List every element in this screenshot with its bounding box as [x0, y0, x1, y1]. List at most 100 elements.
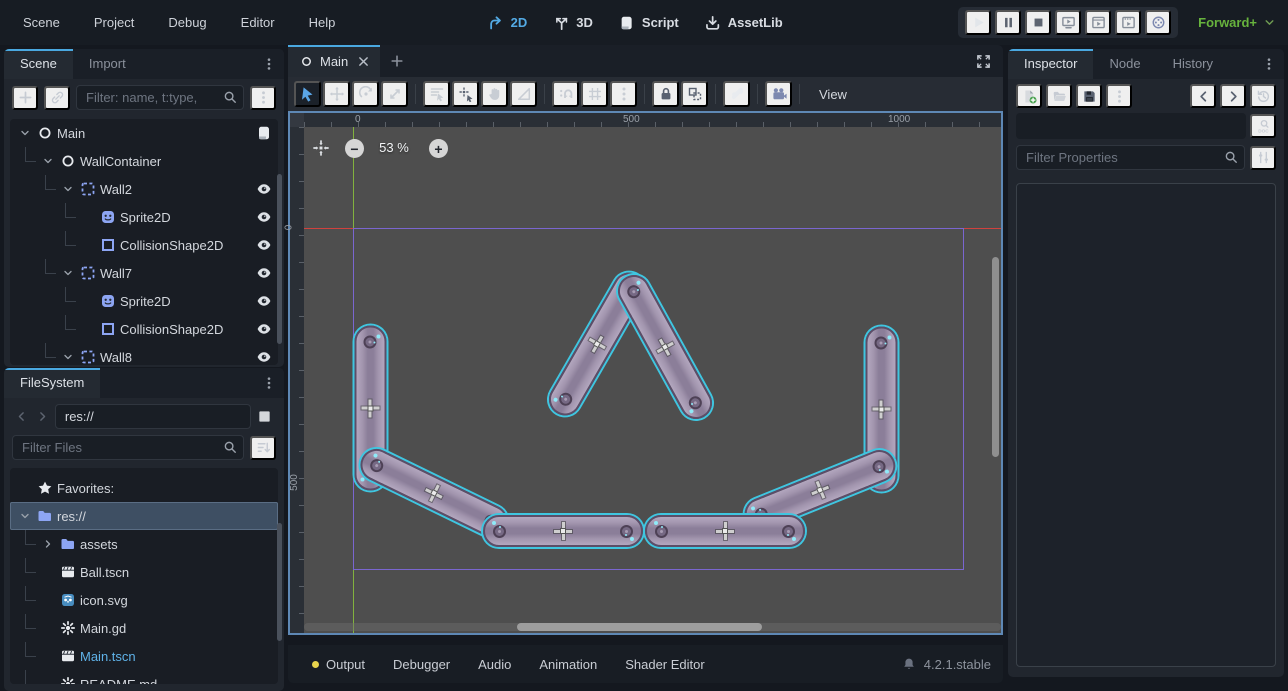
inspector-forward-button[interactable] [1220, 84, 1246, 108]
fs-row-res[interactable]: res:// [10, 502, 278, 530]
ruler-tool[interactable] [510, 81, 537, 107]
open-docs-button[interactable]: DOC [1250, 114, 1276, 138]
add-node-button[interactable] [12, 86, 38, 110]
fs-row-icon-svg[interactable]: icon.svg [10, 586, 278, 614]
fs-row-ball-tscn[interactable]: Ball.tscn [10, 558, 278, 586]
move-gizmo-icon[interactable] [716, 522, 734, 540]
canvas-vscroll-thumb[interactable] [992, 257, 999, 457]
load-resource-button[interactable] [1046, 84, 1072, 108]
play-custom-scene-button[interactable] [1115, 10, 1141, 35]
chevron-right-icon[interactable] [41, 538, 55, 550]
zoom-in-button[interactable]: + [429, 139, 448, 158]
menu-item[interactable]: Scene [10, 10, 73, 35]
remote-debug-button[interactable] [1055, 10, 1081, 35]
movie-maker-button[interactable] [1145, 10, 1171, 35]
wall-peak-right[interactable] [612, 269, 718, 424]
workspace-script-button[interactable]: Script [619, 15, 679, 31]
current-path-input[interactable] [55, 404, 251, 429]
close-tab-icon[interactable] [357, 55, 370, 68]
group-selected-button[interactable] [681, 81, 708, 107]
fs-row-readme-md[interactable]: README.md [10, 670, 278, 684]
tab-node[interactable]: Node [1093, 49, 1156, 79]
tab-filesystem[interactable]: FileSystem [4, 368, 100, 398]
eye-icon[interactable] [256, 181, 272, 197]
tree-row-wall7[interactable]: Wall7 [10, 259, 278, 287]
move-tool[interactable] [323, 81, 350, 107]
workspace-3d-button[interactable]: 3D [553, 15, 593, 31]
eye-icon[interactable] [256, 321, 272, 337]
skeleton-options-button[interactable] [723, 81, 750, 107]
chevron-down-icon[interactable] [61, 183, 75, 195]
inspector-back-button[interactable] [1190, 84, 1216, 108]
play-scene-button[interactable] [1085, 10, 1111, 35]
tab-shader-editor[interactable]: Shader Editor [613, 652, 717, 677]
workspace-assetlib-button[interactable]: AssetLib [705, 15, 783, 31]
inspector-history-button[interactable] [1250, 84, 1276, 108]
menu-item[interactable]: Project [81, 10, 147, 35]
filesystem-scrollbar[interactable] [277, 523, 282, 641]
tree-row-wall7-sprite2d[interactable]: Sprite2D [10, 287, 278, 315]
toggle-split-mode-button[interactable] [254, 405, 276, 429]
tree-row-main[interactable]: Main [10, 119, 278, 147]
smart-snap-toggle[interactable] [552, 81, 579, 107]
sort-files-button[interactable] [250, 436, 276, 460]
tab-debugger[interactable]: Debugger [381, 652, 462, 677]
menu-item[interactable]: Editor [228, 10, 288, 35]
chevron-down-icon[interactable] [61, 267, 75, 279]
snap-options-menu[interactable] [610, 81, 637, 107]
eye-icon[interactable] [256, 209, 272, 225]
scene-tree-menu[interactable] [250, 86, 276, 110]
eye-icon[interactable] [256, 265, 272, 281]
fs-row-assets[interactable]: assets [10, 530, 278, 558]
scene-tree-scrollbar[interactable] [277, 174, 282, 344]
new-scene-tab-button[interactable] [380, 45, 414, 77]
canvas-area[interactable]: − 53 % + [304, 127, 1001, 633]
fs-row-favorites[interactable]: Favorites: [10, 474, 278, 502]
fs-row-main-gd[interactable]: Main.gd [10, 614, 278, 642]
chevron-down-icon[interactable] [18, 510, 32, 522]
bell-icon[interactable] [902, 657, 916, 671]
filesystem-filter-input[interactable] [12, 435, 244, 460]
tab-inspector[interactable]: Inspector [1008, 49, 1093, 79]
tree-row-wall2-sprite2d[interactable]: Sprite2D [10, 203, 278, 231]
tab-history[interactable]: History [1157, 49, 1229, 79]
move-gizmo-icon[interactable] [554, 522, 572, 540]
tree-row-wall8[interactable]: Wall8 [10, 343, 278, 365]
wall-bottom-left[interactable] [483, 515, 643, 547]
stop-button[interactable] [1025, 10, 1051, 35]
play-button[interactable] [965, 10, 991, 35]
list-select-tool[interactable] [423, 81, 450, 107]
property-tools-button[interactable] [1250, 146, 1276, 170]
zoom-percent-label[interactable]: 53 % [366, 140, 422, 155]
scene-dock-menu[interactable] [256, 57, 282, 71]
chevron-down-icon[interactable] [41, 155, 55, 167]
eye-icon[interactable] [256, 237, 272, 253]
scale-tool[interactable] [381, 81, 408, 107]
history-back-button[interactable] [12, 405, 30, 429]
instance-scene-button[interactable] [44, 86, 70, 110]
menu-item[interactable]: Debug [155, 10, 219, 35]
wall-bottom-right[interactable] [645, 515, 805, 547]
fs-row-main-tscn[interactable]: Main.tscn [10, 642, 278, 670]
tab-animation[interactable]: Animation [527, 652, 609, 677]
lock-selected-button[interactable] [652, 81, 679, 107]
center-view-icon[interactable] [312, 139, 330, 157]
move-gizmo-icon[interactable] [808, 478, 831, 501]
inspector-dock-menu[interactable] [1256, 57, 1282, 71]
workspace-2d-button[interactable]: 2D [488, 15, 528, 31]
canvas-hscroll-thumb[interactable] [517, 623, 762, 631]
scene-filter-input[interactable] [76, 85, 244, 110]
renderer-select[interactable]: Forward+ [1198, 0, 1276, 45]
chevron-down-icon[interactable] [61, 351, 75, 363]
tab-output[interactable]: Output [300, 652, 377, 677]
eye-icon[interactable] [256, 293, 272, 309]
tab-import[interactable]: Import [73, 49, 142, 79]
inspector-filter-input[interactable] [1016, 145, 1245, 170]
resource-options-menu[interactable] [1106, 84, 1132, 108]
pivot-tool[interactable] [452, 81, 479, 107]
rotate-tool[interactable] [352, 81, 379, 107]
eye-icon[interactable] [256, 349, 272, 365]
filesystem-dock-menu[interactable] [256, 376, 282, 390]
move-gizmo-icon[interactable] [422, 481, 446, 505]
camera-override-button[interactable] [765, 81, 792, 107]
